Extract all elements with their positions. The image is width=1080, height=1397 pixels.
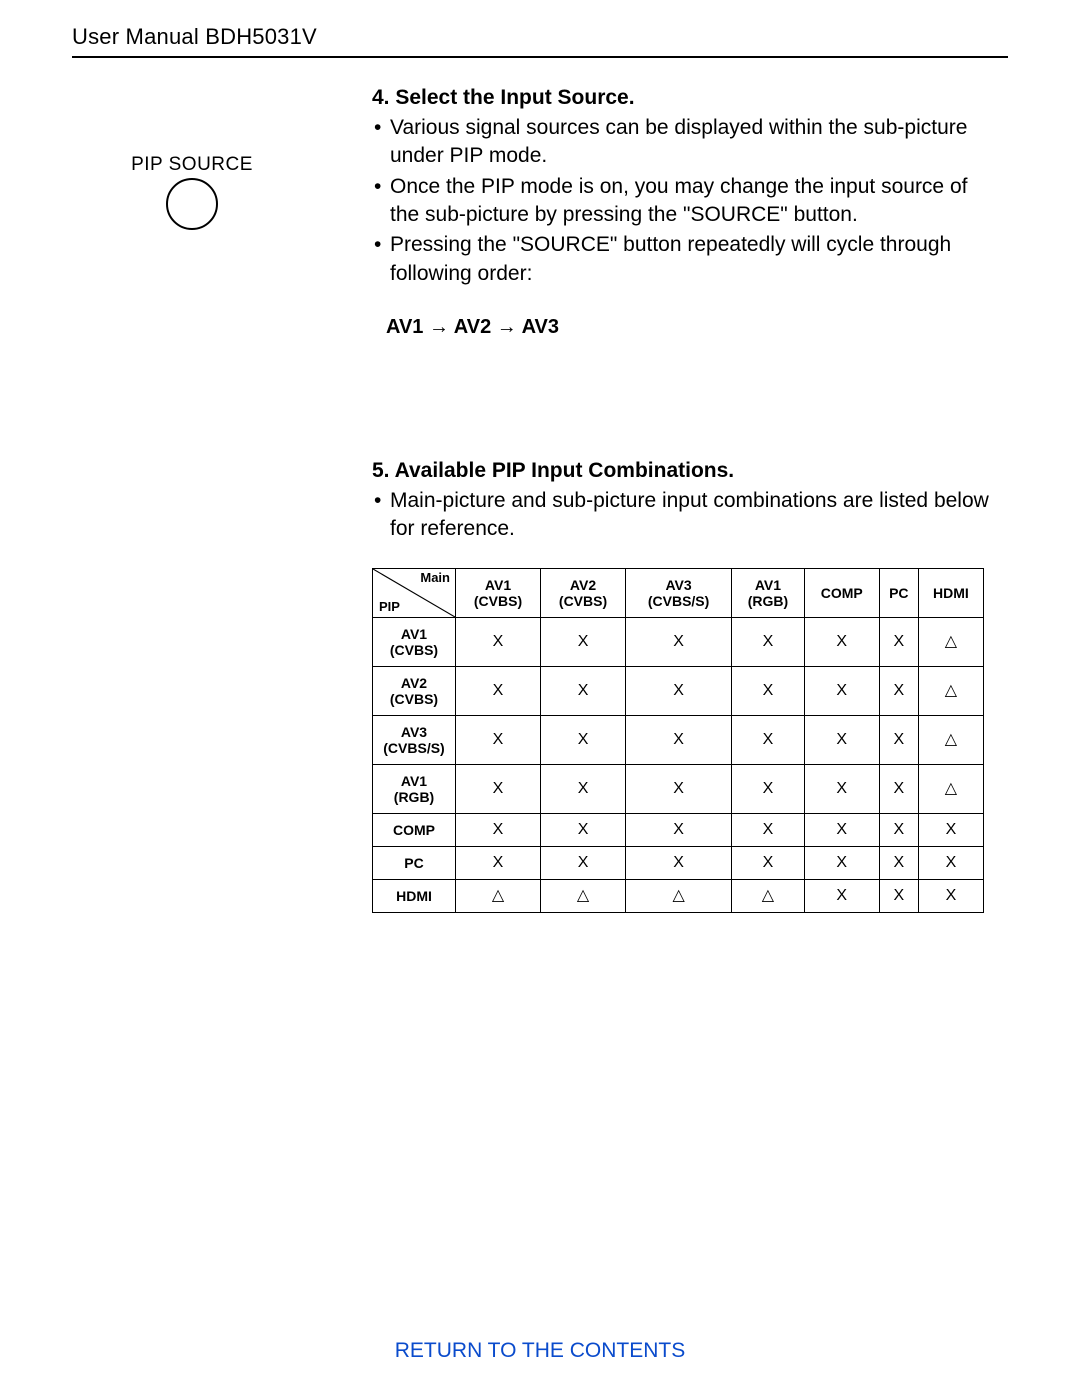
row-header: COMP xyxy=(373,813,456,846)
col-header: AV1(CVBS) xyxy=(456,568,541,617)
table-cell: X xyxy=(879,879,918,912)
left-column: PIP SOURCE xyxy=(72,86,372,230)
diag-top-label: Main xyxy=(420,571,450,586)
table-cell: X xyxy=(541,715,626,764)
section-4-bullets: Various signal sources can be displayed … xyxy=(372,114,998,288)
pip-combination-table: Main PIP AV1(CVBS) AV2(CVBS) AV3(CVBS/S) xyxy=(372,568,984,913)
table-cell: X xyxy=(626,617,732,666)
row-header: HDMI xyxy=(373,879,456,912)
col-header: AV1(RGB) xyxy=(732,568,805,617)
table-cell: X xyxy=(456,846,541,879)
table-cell: X xyxy=(732,617,805,666)
table-cell: △ xyxy=(456,879,541,912)
diag-bottom-label: PIP xyxy=(379,600,400,615)
pip-source-button-illustration: PIP SOURCE xyxy=(92,154,292,230)
table-cell: X xyxy=(804,764,879,813)
table-cell: X xyxy=(541,666,626,715)
table-cell: △ xyxy=(918,764,983,813)
row-header: AV1(RGB) xyxy=(373,764,456,813)
row-header: AV3(CVBS/S) xyxy=(373,715,456,764)
table-cell: X xyxy=(626,715,732,764)
table-row: COMP X X X X X X X xyxy=(373,813,984,846)
table-row: AV3(CVBS/S) X X X X X X △ xyxy=(373,715,984,764)
table-cell: X xyxy=(626,666,732,715)
section-4-bullet: Pressing the "SOURCE" button repeatedly … xyxy=(372,231,998,288)
section-5-bullets: Main-picture and sub-picture input combi… xyxy=(372,487,998,544)
pip-source-label: PIP SOURCE xyxy=(92,154,292,176)
table-cell: △ xyxy=(626,879,732,912)
table-cell: X xyxy=(804,666,879,715)
table-cell: X xyxy=(879,715,918,764)
row-header: AV2(CVBS) xyxy=(373,666,456,715)
row-header: PC xyxy=(373,846,456,879)
table-cell: X xyxy=(626,846,732,879)
table-cell: △ xyxy=(918,715,983,764)
table-cell: X xyxy=(804,846,879,879)
table-cell: X xyxy=(879,617,918,666)
col-header: HDMI xyxy=(918,568,983,617)
col-header: AV2(CVBS) xyxy=(541,568,626,617)
table-cell: X xyxy=(918,846,983,879)
return-to-contents-link[interactable]: RETURN TO THE CONTENTS xyxy=(0,1339,1080,1363)
table-row: AV1(CVBS) X X X X X X △ xyxy=(373,617,984,666)
table-row: AV2(CVBS) X X X X X X △ xyxy=(373,666,984,715)
right-column: 4. Select the Input Source. Various sign… xyxy=(372,86,1008,913)
table-row: PC X X X X X X X xyxy=(373,846,984,879)
table-cell: X xyxy=(541,813,626,846)
section-5-bullet: Main-picture and sub-picture input combi… xyxy=(372,487,998,544)
table-row: AV1(RGB) X X X X X X △ xyxy=(373,764,984,813)
table-cell: X xyxy=(804,813,879,846)
table-row: HDMI △ △ △ △ X X X xyxy=(373,879,984,912)
col-header: AV3(CVBS/S) xyxy=(626,568,732,617)
table-header-row: Main PIP AV1(CVBS) AV2(CVBS) AV3(CVBS/S) xyxy=(373,568,984,617)
table-cell: X xyxy=(456,813,541,846)
table-cell: △ xyxy=(732,879,805,912)
row-header: AV1(CVBS) xyxy=(373,617,456,666)
table-cell: X xyxy=(541,764,626,813)
table-cell: X xyxy=(456,764,541,813)
table-cell: X xyxy=(918,879,983,912)
table-cell: X xyxy=(626,764,732,813)
table-cell: X xyxy=(732,813,805,846)
pip-source-circle-icon xyxy=(166,178,218,230)
table-cell: X xyxy=(804,715,879,764)
page-header: User Manual BDH5031V xyxy=(72,24,1008,58)
section-4-bullet: Various signal sources can be displayed … xyxy=(372,114,998,171)
page: User Manual BDH5031V PIP SOURCE 4. Selec… xyxy=(0,0,1080,1397)
source-cycle-order: AV1 → AV2 → AV3 xyxy=(386,316,998,339)
table-cell: X xyxy=(879,666,918,715)
table-cell: X xyxy=(879,764,918,813)
section-5-heading: 5. Available PIP Input Combinations. xyxy=(372,459,998,483)
table-cell: X xyxy=(456,617,541,666)
table-cell: X xyxy=(456,666,541,715)
content-columns: PIP SOURCE 4. Select the Input Source. V… xyxy=(72,86,1008,913)
table-cell: X xyxy=(732,715,805,764)
table-cell: X xyxy=(732,666,805,715)
table-cell: X xyxy=(879,813,918,846)
table-cell: X xyxy=(626,813,732,846)
table-cell: X xyxy=(732,764,805,813)
table-cell: △ xyxy=(541,879,626,912)
table-cell: △ xyxy=(918,666,983,715)
table-corner-cell: Main PIP xyxy=(373,568,456,617)
table-cell: X xyxy=(918,813,983,846)
table-cell: X xyxy=(804,617,879,666)
col-header: PC xyxy=(879,568,918,617)
table-cell: X xyxy=(879,846,918,879)
col-header: COMP xyxy=(804,568,879,617)
table-cell: X xyxy=(541,846,626,879)
table-cell: X xyxy=(732,846,805,879)
table-cell: X xyxy=(456,715,541,764)
table-cell: △ xyxy=(918,617,983,666)
section-4-heading: 4. Select the Input Source. xyxy=(372,86,998,110)
table-cell: X xyxy=(541,617,626,666)
table-cell: X xyxy=(804,879,879,912)
section-4-bullet: Once the PIP mode is on, you may change … xyxy=(372,173,998,230)
